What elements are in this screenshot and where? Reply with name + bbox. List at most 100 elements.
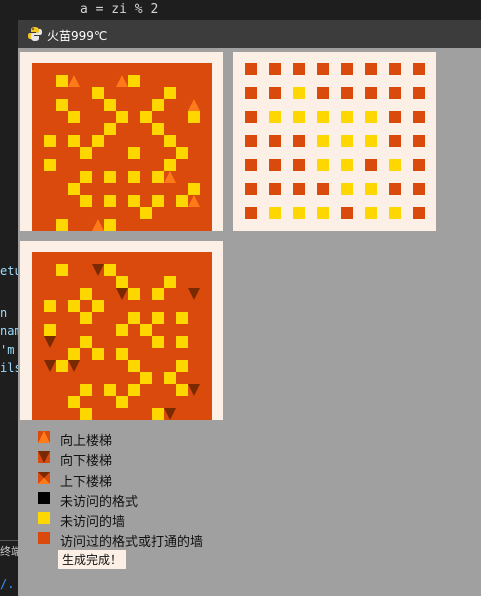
unvisited-cell-icon — [38, 491, 50, 504]
maze-cell-visited — [140, 123, 152, 135]
maze-wall — [80, 288, 92, 300]
maze-cell-visited — [140, 87, 152, 99]
maze-floor-2 — [233, 52, 436, 231]
maze-wall — [341, 135, 353, 147]
maze-cell-visited — [188, 171, 200, 183]
maze-wall-opened — [116, 63, 128, 75]
maze-wall-opened — [56, 396, 68, 408]
maze-wall-opened — [32, 207, 44, 219]
maze-wall — [140, 207, 152, 219]
maze-wall-opened — [200, 63, 212, 75]
terminal-tab[interactable]: 终端 — [0, 540, 18, 563]
maze-cell-visited — [152, 360, 164, 372]
maze-cell-visited — [104, 147, 116, 159]
maze-cell-visited — [44, 288, 56, 300]
maze-wall-opened — [32, 312, 44, 324]
maze-cell-visited — [140, 360, 152, 372]
maze-wall-opened — [56, 300, 68, 312]
maze-pillar — [389, 111, 401, 123]
maze-wall-opened — [104, 324, 116, 336]
maze-cell-visited — [164, 384, 176, 396]
maze-pillar — [389, 183, 401, 195]
maze-wall — [80, 147, 92, 159]
maze-pillar — [413, 135, 425, 147]
maze-cell-visited — [188, 75, 200, 87]
maze-pillar — [245, 183, 257, 195]
maze-wall — [128, 384, 140, 396]
maze-wall — [56, 360, 68, 372]
maze-cell-visited — [176, 288, 188, 300]
maze-pillar — [413, 183, 425, 195]
maze-cell-visited — [164, 207, 176, 219]
maze-wall — [116, 396, 128, 408]
maze-wall-opened — [56, 87, 68, 99]
maze-wall — [116, 276, 128, 288]
maze-cell-visited — [164, 99, 176, 111]
maze-wall — [92, 87, 104, 99]
maze-cell-visited — [140, 264, 152, 276]
maze-wall-opened — [128, 111, 140, 123]
maze-wall-opened — [104, 63, 116, 75]
maze-cell-visited — [56, 123, 68, 135]
maze-wall-opened — [56, 207, 68, 219]
maze-wall — [293, 111, 305, 123]
maze-cell-visited — [92, 408, 104, 420]
maze-wall-opened — [152, 159, 164, 171]
maze-wall-opened — [32, 372, 44, 384]
maze-cell-visited — [68, 372, 80, 384]
maze-cell-visited — [44, 312, 56, 324]
maze-wall-opened — [200, 195, 212, 207]
maze-wall-opened — [152, 207, 164, 219]
maze-cell-visited — [176, 171, 188, 183]
maze-cell-visited — [176, 99, 188, 111]
maze-wall-opened — [104, 396, 116, 408]
maze-cell-visited — [188, 360, 200, 372]
maze-cell-visited — [68, 195, 80, 207]
maze-wall-opened — [56, 159, 68, 171]
maze-cell-visited — [92, 372, 104, 384]
maze-pillar — [293, 135, 305, 147]
maze-wall — [176, 384, 188, 396]
maze-pillar — [245, 63, 257, 75]
maze-wall-opened — [128, 159, 140, 171]
maze-wall-opened — [152, 252, 164, 264]
maze-wall-opened — [56, 183, 68, 195]
maze-cell-visited — [164, 336, 176, 348]
window-titlebar[interactable]: 火苗999℃ — [18, 20, 481, 48]
maze-wall — [116, 324, 128, 336]
maze-cell-visited — [92, 276, 104, 288]
maze-cell-visited — [128, 264, 140, 276]
maze-cell-visited — [140, 408, 152, 420]
maze-cell-visited — [92, 360, 104, 372]
maze-wall-opened — [104, 372, 116, 384]
maze-wall — [176, 195, 188, 207]
maze-wall — [128, 360, 140, 372]
maze-cell-visited — [116, 372, 128, 384]
maze-cell-visited — [116, 171, 128, 183]
maze-wall — [56, 99, 68, 111]
maze-wall — [44, 135, 56, 147]
maze-cell-visited — [188, 147, 200, 159]
maze-cell-visited — [152, 384, 164, 396]
maze-pillar — [245, 111, 257, 123]
maze-wall-opened — [176, 276, 188, 288]
maze-wall-opened — [176, 63, 188, 75]
maze-wall-opened — [200, 396, 212, 408]
maze-pillar — [317, 63, 329, 75]
maze-pillar — [365, 159, 377, 171]
maze-cell-visited — [188, 87, 200, 99]
maze-wall-opened — [200, 183, 212, 195]
maze-cell-visited — [164, 183, 176, 195]
maze-wall-opened — [200, 171, 212, 183]
maze-wall — [128, 288, 140, 300]
maze-cell-visited — [116, 99, 128, 111]
maze-wall — [116, 348, 128, 360]
maze-cell-visited — [116, 264, 128, 276]
maze-pillar — [413, 207, 425, 219]
maze-wall-opened — [104, 87, 116, 99]
maze-cell-visited — [44, 207, 56, 219]
maze-wall-opened — [200, 276, 212, 288]
maze-wall-opened — [128, 372, 140, 384]
python-snake-icon — [28, 27, 42, 41]
maze-wall — [176, 360, 188, 372]
